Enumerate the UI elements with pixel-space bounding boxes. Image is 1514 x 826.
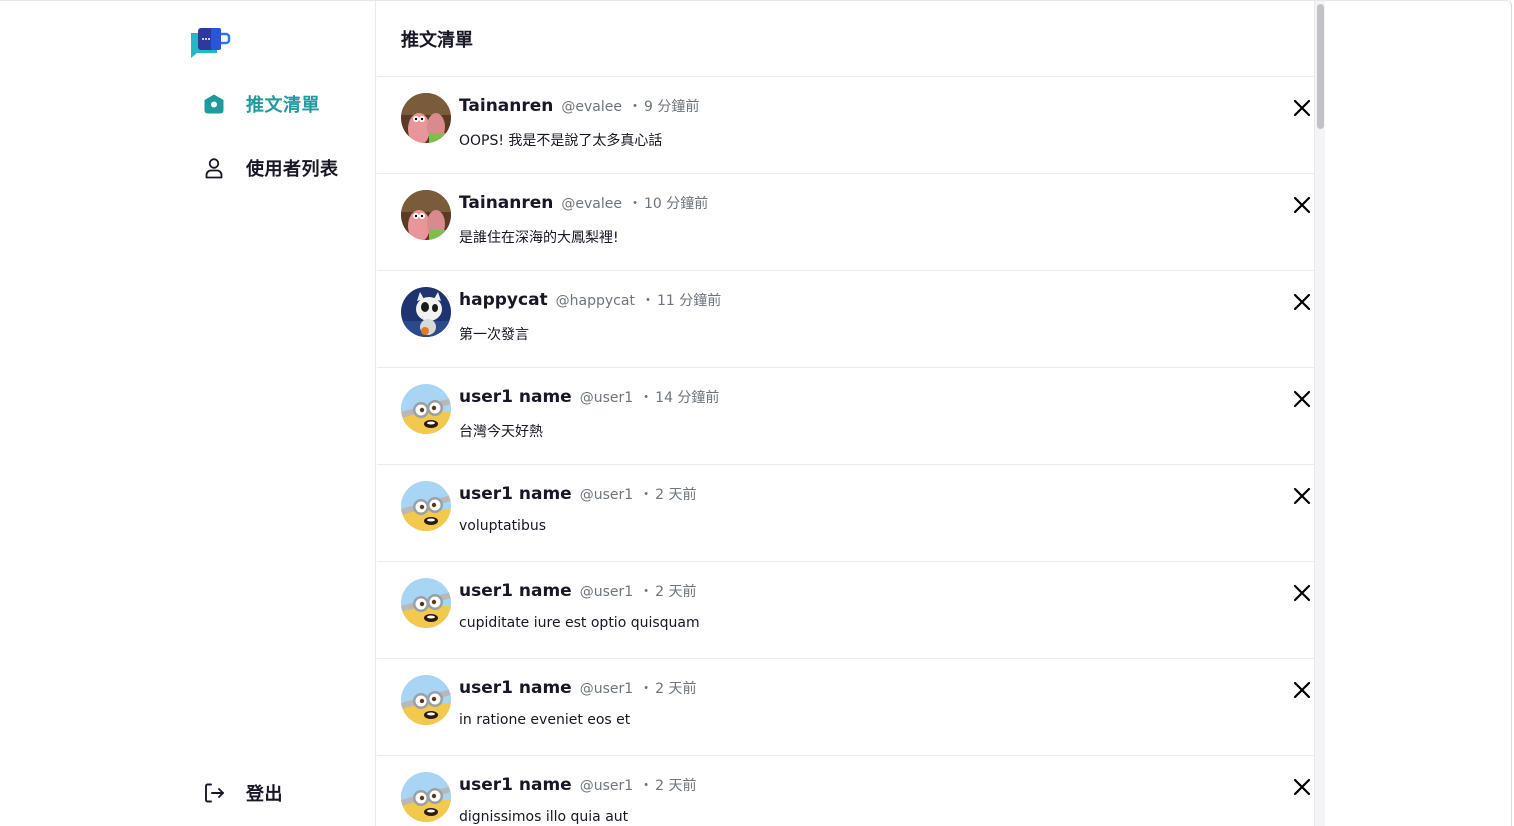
tweet-item[interactable]: user1 name @user1 ・ 2 天前 cupiditate iure…	[377, 562, 1314, 659]
tweet-item[interactable]: Tainanren @evalee ・ 9 分鐘前 OOPS! 我是不是說了太多…	[377, 77, 1314, 174]
sidebar-item-label: 推文清單	[246, 95, 320, 116]
minion-avatar[interactable]	[401, 578, 451, 628]
scrollbar-thumb[interactable]	[1317, 4, 1324, 129]
tweet-timestamp: 10 分鐘前	[644, 196, 709, 212]
tweet-author-name[interactable]: Tainanren	[459, 96, 553, 116]
tweet-timestamp: 9 分鐘前	[644, 99, 700, 115]
tweet-timestamp: 11 分鐘前	[656, 293, 722, 309]
logout-button[interactable]: 登出	[201, 779, 283, 807]
scrollbar[interactable]	[1314, 1, 1325, 826]
close-icon	[1293, 99, 1311, 117]
delete-tweet-button[interactable]	[1291, 388, 1313, 410]
user-icon	[201, 155, 227, 181]
page-header: 推文清單	[377, 1, 1314, 77]
tweet-item[interactable]: user1 name @user1 ・ 2 天前 voluptatibus	[377, 465, 1314, 562]
tweet-text: 台灣今天好熱	[459, 424, 543, 440]
tweet-text: in ratione eveniet eos et	[459, 712, 631, 728]
tweet-author-handle: @user1	[579, 778, 634, 794]
tweet-header: user1 name @user1 ・ 2 天前	[459, 581, 697, 601]
sidebar-item-tweets[interactable]: 推文清單	[201, 90, 320, 118]
tweet-text: 是誰住在深海的大鳳梨裡!	[459, 230, 619, 246]
tweet-item[interactable]: user1 name @user1 ・ 2 天前 in ratione even…	[377, 659, 1314, 756]
tweet-item[interactable]: happycat @happycat ・ 11 分鐘前 第一次發言	[377, 271, 1314, 368]
tweet-text: voluptatibus	[459, 518, 547, 534]
tweet-author-name[interactable]: Tainanren	[459, 193, 553, 213]
tweet-timestamp: 2 天前	[655, 778, 697, 794]
tweet-author-handle: @user1	[579, 487, 634, 503]
tweet-separator: ・	[628, 99, 642, 115]
delete-tweet-button[interactable]	[1291, 97, 1313, 119]
tweet-timestamp: 2 天前	[655, 487, 697, 503]
tweet-header: Tainanren @evalee ・ 9 分鐘前	[459, 96, 699, 116]
tweet-header: user1 name @user1 ・ 2 天前	[459, 775, 697, 795]
tweet-timestamp: 2 天前	[655, 584, 697, 600]
tweet-author-handle: @user1	[579, 681, 634, 697]
tweet-header: Tainanren @evalee ・ 10 分鐘前	[459, 193, 708, 213]
tweet-list: Tainanren @evalee ・ 9 分鐘前 OOPS! 我是不是說了太多…	[377, 77, 1314, 826]
logo-icon[interactable]	[191, 25, 233, 61]
home-icon	[201, 91, 227, 117]
minion-avatar[interactable]	[401, 675, 451, 725]
delete-tweet-button[interactable]	[1291, 776, 1313, 798]
tweet-separator: ・	[639, 390, 654, 406]
tweet-separator: ・	[628, 196, 642, 212]
tweet-header: user1 name @user1 ・ 14 分鐘前	[459, 387, 719, 407]
tweet-author-handle: @happycat	[555, 293, 635, 309]
close-icon	[1293, 487, 1311, 505]
close-icon	[1293, 196, 1311, 214]
tweet-author-handle: @user1	[579, 390, 634, 406]
tweet-list-panel: 推文清單 Tainanren @evalee ・ 9 分鐘前 OOPS! 我是不…	[377, 1, 1314, 826]
minion-avatar[interactable]	[401, 772, 451, 822]
close-icon	[1293, 584, 1311, 602]
tweet-author-name[interactable]: user1 name	[459, 581, 572, 601]
tweet-author-name[interactable]: user1 name	[459, 484, 572, 504]
tweet-separator: ・	[639, 778, 654, 794]
delete-tweet-button[interactable]	[1291, 194, 1313, 216]
tweet-author-handle: @evalee	[561, 99, 622, 115]
tweet-header: user1 name @user1 ・ 2 天前	[459, 678, 697, 698]
tweet-header: user1 name @user1 ・ 2 天前	[459, 484, 697, 504]
delete-tweet-button[interactable]	[1291, 582, 1313, 604]
tweet-author-name[interactable]: user1 name	[459, 678, 572, 698]
tweet-item[interactable]: user1 name @user1 ・ 2 天前 dignissimos ill…	[377, 756, 1314, 826]
patrick-avatar[interactable]	[401, 190, 451, 240]
close-icon	[1293, 293, 1311, 311]
tweet-text: dignissimos illo quia aut	[459, 809, 629, 825]
tweet-separator: ・	[640, 293, 655, 309]
tweet-text: OOPS! 我是不是說了太多真心話	[459, 133, 663, 149]
page-title: 推文清單	[401, 29, 473, 51]
tweet-author-name[interactable]: user1 name	[459, 387, 572, 407]
tweet-header: happycat @happycat ・ 11 分鐘前	[459, 290, 721, 310]
tweet-item[interactable]: user1 name @user1 ・ 14 分鐘前 台灣今天好熱	[377, 368, 1314, 465]
tweet-text: 第一次發言	[459, 327, 529, 343]
delete-tweet-button[interactable]	[1291, 291, 1313, 313]
close-icon	[1293, 778, 1311, 796]
tweet-separator: ・	[639, 487, 654, 503]
delete-tweet-button[interactable]	[1291, 485, 1313, 507]
close-icon	[1293, 390, 1311, 408]
tweet-separator: ・	[639, 681, 654, 697]
logout-label: 登出	[246, 784, 283, 805]
sidebar: 推文清單 使用者列表 登出	[0, 1, 376, 826]
tweet-author-handle: @user1	[579, 584, 634, 600]
tweet-author-name[interactable]: user1 name	[459, 775, 572, 795]
tweet-item[interactable]: Tainanren @evalee ・ 10 分鐘前 是誰住在深海的大鳳梨裡!	[377, 174, 1314, 271]
tweet-separator: ・	[639, 584, 654, 600]
sidebar-item-users[interactable]: 使用者列表	[201, 154, 339, 182]
minion-avatar[interactable]	[401, 481, 451, 531]
cat-avatar[interactable]	[401, 287, 451, 337]
patrick-avatar[interactable]	[401, 93, 451, 143]
logout-icon	[201, 780, 227, 806]
delete-tweet-button[interactable]	[1291, 679, 1313, 701]
tweet-author-handle: @evalee	[561, 196, 622, 212]
tweet-text: cupiditate iure est optio quisquam	[459, 615, 700, 631]
tweet-timestamp: 2 天前	[655, 681, 697, 697]
close-icon	[1293, 681, 1311, 699]
minion-avatar[interactable]	[401, 384, 451, 434]
tweet-timestamp: 14 分鐘前	[655, 390, 720, 406]
sidebar-item-label: 使用者列表	[246, 159, 339, 180]
tweet-author-name[interactable]: happycat	[459, 290, 548, 310]
